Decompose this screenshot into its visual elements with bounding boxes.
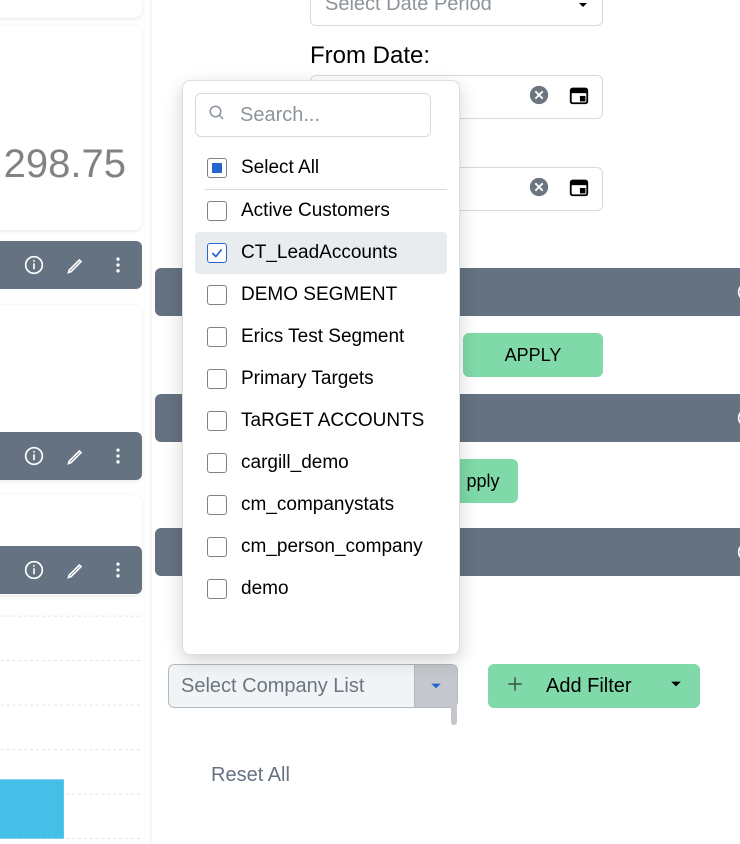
date-period-select[interactable]: Select Date Period (310, 0, 603, 26)
summary-card-top: e (0, 0, 142, 18)
more-vertical-icon[interactable] (108, 255, 128, 275)
checkbox[interactable] (207, 579, 227, 599)
from-date-label: From Date: (310, 42, 430, 70)
list-item-label: Erics Test Segment (241, 326, 404, 348)
list-item[interactable]: Erics Test Segment (195, 316, 447, 358)
checkbox[interactable] (207, 369, 227, 389)
add-filter-label: Add Filter (546, 675, 670, 698)
list-item[interactable]: cm_person_company (195, 526, 447, 568)
info-icon[interactable] (24, 255, 44, 275)
mini-chart (0, 595, 143, 844)
select-all-row[interactable]: Select All (195, 147, 447, 189)
checkbox[interactable] (207, 201, 227, 221)
select-all-label: Select All (241, 157, 319, 179)
chevron-down-icon (670, 677, 682, 695)
search-icon (208, 104, 226, 127)
list-item-label: cargill_demo (241, 452, 349, 474)
add-filter-button[interactable]: Add Filter (488, 664, 700, 708)
big-number: ,298.75 (0, 142, 126, 187)
company-dropdown: Select All Active Customers CT_LeadAccoun… (182, 80, 460, 655)
company-list-select[interactable]: Select Company List (168, 664, 458, 708)
edit-icon[interactable] (66, 255, 86, 275)
info-icon[interactable] (24, 560, 44, 580)
edit-icon[interactable] (66, 560, 86, 580)
date-period-placeholder: Select Date Period (325, 0, 492, 16)
company-list-placeholder: Select Company List (168, 664, 414, 708)
list-item[interactable]: demo (195, 568, 447, 610)
checkbox-indeterminate[interactable] (207, 158, 227, 178)
search-input[interactable] (238, 103, 418, 128)
scrollbar-thumb[interactable] (451, 681, 457, 725)
list-item-label: DEMO SEGMENT (241, 284, 397, 306)
info-icon[interactable] (24, 446, 44, 466)
left-bar-1 (0, 241, 142, 289)
list-item[interactable]: DEMO SEGMENT (195, 274, 447, 316)
plus-icon (506, 672, 524, 700)
list-item[interactable]: Active Customers (195, 190, 447, 232)
checkbox[interactable] (207, 495, 227, 515)
checkbox[interactable] (207, 243, 227, 263)
summary-card-number: ,298.75 (0, 26, 142, 230)
edit-icon[interactable] (66, 446, 86, 466)
list-item-label: CT_LeadAccounts (241, 242, 397, 264)
more-vertical-icon[interactable] (108, 560, 128, 580)
checkbox[interactable] (207, 327, 227, 347)
list-item[interactable]: cm_companystats (195, 484, 447, 526)
calendar-icon[interactable] (568, 84, 590, 111)
list-item[interactable]: Primary Targets (195, 358, 447, 400)
left-bar-2 (0, 432, 142, 480)
clear-circle-icon[interactable] (528, 176, 550, 203)
reset-all-button[interactable]: Reset All (211, 764, 290, 787)
list-item[interactable]: cargill_demo (195, 442, 447, 484)
list-item-label: Primary Targets (241, 368, 374, 390)
list-item-label: cm_person_company (241, 536, 423, 558)
clear-circle-icon[interactable] (528, 84, 550, 111)
checkbox[interactable] (207, 285, 227, 305)
apply-button-label: pply (466, 471, 499, 492)
apply-button-1[interactable]: APPLY (463, 333, 603, 377)
list-item-label: TaRGET ACCOUNTS (241, 410, 424, 432)
list-item-label: Active Customers (241, 200, 390, 222)
search-box[interactable] (195, 93, 431, 137)
checkbox[interactable] (207, 537, 227, 557)
list-item-label: demo (241, 578, 289, 600)
apply-button-label: APPLY (505, 345, 562, 366)
list-item[interactable]: CT_LeadAccounts (195, 232, 447, 274)
more-vertical-icon[interactable] (108, 446, 128, 466)
calendar-icon[interactable] (568, 176, 590, 203)
checkbox[interactable] (207, 453, 227, 473)
list-item-label: cm_companystats (241, 494, 394, 516)
left-bar-3 (0, 546, 142, 594)
list-item[interactable]: TaRGET ACCOUNTS (195, 400, 447, 442)
checkbox[interactable] (207, 411, 227, 431)
chevron-down-icon (578, 0, 588, 16)
